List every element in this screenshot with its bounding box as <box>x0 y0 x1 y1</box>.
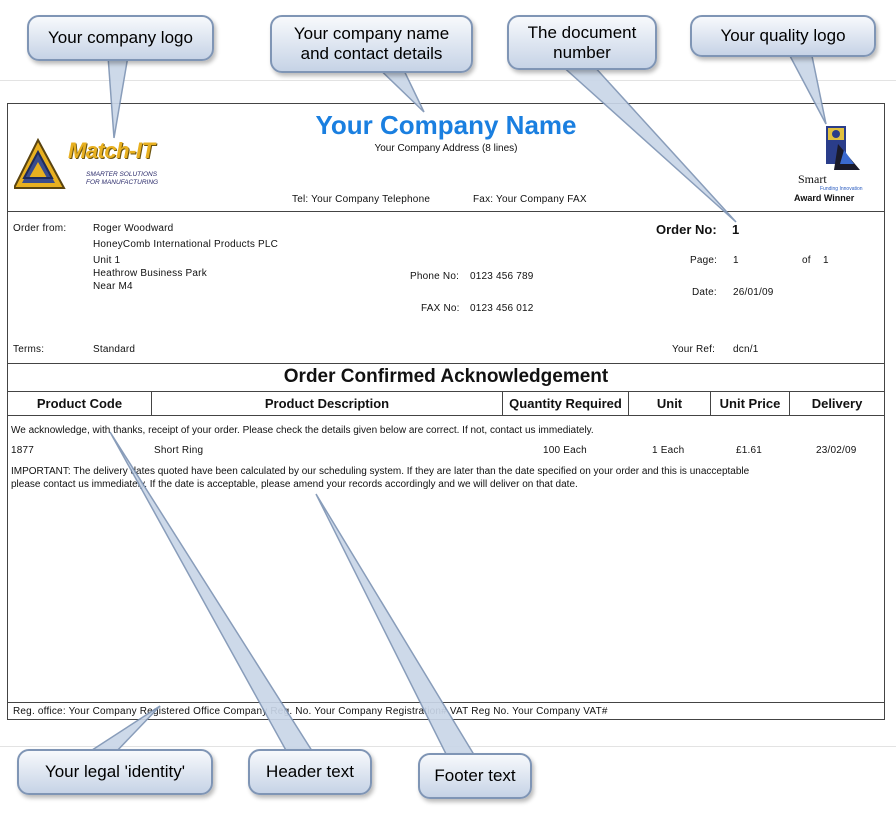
callout-company-name-line-1: Your company name <box>293 24 450 43</box>
callout-company-name: Your company name and contact details <box>270 15 473 73</box>
callout-header-text-label: Header text <box>266 762 354 781</box>
callout-footer-text-label: Footer text <box>434 766 516 785</box>
pointer-document-number <box>558 63 737 223</box>
callout-company-logo-text: Your company logo <box>48 28 193 47</box>
pointer-quality-logo <box>788 55 827 125</box>
callout-document-number-line-2: number <box>553 42 611 62</box>
pointer-company-logo <box>107 55 129 139</box>
callout-quality-logo-text: Your quality logo <box>720 26 846 45</box>
callout-pointers <box>83 55 827 759</box>
pointer-header-text <box>109 431 316 755</box>
callout-company-name-line-2: and contact details <box>300 44 443 63</box>
pointer-legal-identity <box>83 705 161 755</box>
callout-document-number-line-1: The document <box>527 22 637 42</box>
callout-legal-identity-text: Your legal 'identity' <box>44 762 186 781</box>
callout-footer-text: Footer text <box>418 753 532 799</box>
callout-document-number: The document number <box>507 15 657 70</box>
callout-quality-logo: Your quality logo <box>690 15 876 57</box>
pointer-footer-text <box>315 493 478 759</box>
callout-company-logo: Your company logo <box>27 15 214 61</box>
callout-header-text: Header text <box>248 749 372 795</box>
callout-legal-identity: Your legal 'identity' <box>17 749 213 795</box>
